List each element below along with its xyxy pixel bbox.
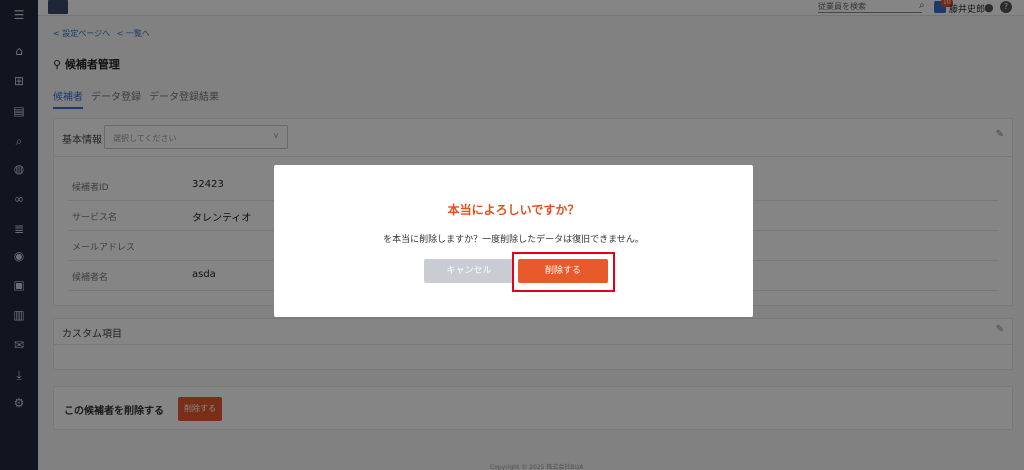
dialog-title: 本当によろしいですか？ [447,203,580,217]
highlight-box [512,252,615,292]
cancel-button[interactable]: キャンセル [424,259,514,283]
confirm-delete-dialog: 本当によろしいですか？ を本当に削除しますか？一度削除したデータは復旧できません… [274,165,753,317]
dialog-message: を本当に削除しますか？一度削除したデータは復旧できません。 [383,235,644,245]
